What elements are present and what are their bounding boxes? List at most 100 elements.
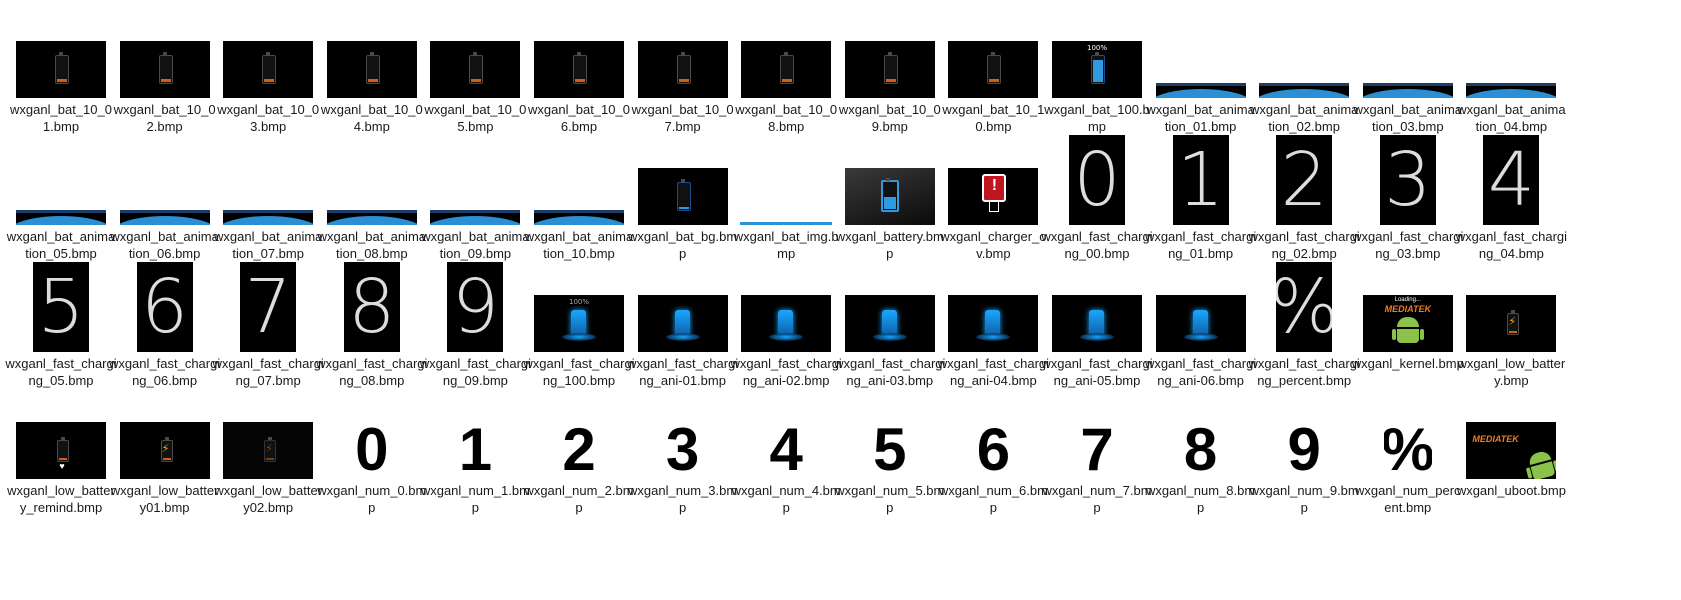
file-item[interactable]: wxganl_bat_10_04.bmp: [316, 5, 428, 141]
android-robot-icon: [1525, 449, 1557, 479]
file-name-label: wxganl_battery.bmp: [835, 229, 944, 261]
file-item[interactable]: wxganl_bat_10_02.bmp: [109, 5, 221, 141]
file-name-label: wxganl_low_battery.bmp: [1457, 356, 1566, 388]
thumbnail-slot: [937, 259, 1049, 352]
file-name-label: wxganl_fast_charging_ani-04.bmp: [937, 356, 1050, 388]
file-item[interactable]: wxganl_bat_animation_03.bmp: [1352, 5, 1464, 141]
file-name-label: wxganl_fast_charging_ani-03.bmp: [834, 356, 946, 388]
lightning-icon: ⚡: [161, 443, 170, 455]
file-item[interactable]: wxganl_bat_animation_05.bmp: [5, 132, 117, 268]
file-name-label: wxganl_fast_charging_ani-01.bmp: [626, 356, 739, 388]
file-item[interactable]: wxganl_fast_charging_ani-01.bmp: [627, 259, 739, 395]
thumbnail-image: [844, 168, 935, 225]
file-item[interactable]: 5 wxganl_num_5.bmp: [834, 386, 946, 522]
file-item[interactable]: 7 wxganl_num_7.bmp: [1041, 386, 1153, 522]
file-item[interactable]: 100% wxganl_fast_charging_100.bmp: [523, 259, 635, 395]
brand-logo: MEDIATEK: [1384, 304, 1431, 314]
thumb-text: 100%: [568, 298, 589, 306]
file-item[interactable]: wxganl_bat_10_01.bmp: [5, 5, 117, 141]
file-item[interactable]: % wxganl_fast_charging_percent.bmp: [1248, 259, 1360, 395]
file-item[interactable]: wxganl_fast_charging_ani-03.bmp: [834, 259, 946, 395]
file-name-label: wxganl_fast_charging_100.bmp: [523, 356, 635, 388]
file-item[interactable]: wxganl_bat_animation_04.bmp: [1455, 5, 1567, 141]
thumbnail-image: 3: [1379, 135, 1436, 225]
file-item[interactable]: wxganl_bat_animation_07.bmp: [212, 132, 324, 268]
file-item[interactable]: wxganl_bat_10_05.bmp: [419, 5, 531, 141]
file-item[interactable]: 7 wxganl_fast_charging_07.bmp: [212, 259, 324, 395]
thumbnail-image: [637, 41, 728, 98]
digit-glyph: 7: [1073, 419, 1121, 479]
file-item[interactable]: 100% wxganl_bat_100.bmp: [1041, 5, 1153, 141]
file-item[interactable]: 9 wxganl_fast_charging_09.bmp: [419, 259, 531, 395]
file-item[interactable]: 3 wxganl_fast_charging_03.bmp: [1352, 132, 1464, 268]
thumbnail-slot: [1041, 259, 1153, 352]
file-item[interactable]: wxganl_battery.bmp: [834, 132, 946, 268]
file-item[interactable]: ⚡ wxganl_low_battery02.bmp: [212, 386, 324, 522]
file-item[interactable]: 0 wxganl_fast_charging_00.bmp: [1041, 132, 1153, 268]
file-item[interactable]: 8 wxganl_num_8.bmp: [1145, 386, 1257, 522]
thumbnail-image: [637, 168, 728, 225]
file-item[interactable]: ⚡ wxganl_low_battery.bmp: [1455, 259, 1567, 395]
file-item[interactable]: wxganl_bat_animation_08.bmp: [316, 132, 428, 268]
file-item[interactable]: 2 wxganl_num_2.bmp: [523, 386, 635, 522]
brand-logo: MEDIATEK: [1472, 434, 1519, 444]
file-item[interactable]: 5 wxganl_fast_charging_05.bmp: [5, 259, 117, 395]
digit-glyph: 8: [348, 264, 396, 350]
file-name-label: wxganl_fast_charging_ani-02.bmp: [730, 356, 842, 388]
file-name-label: wxganl_num_1.bmp: [420, 483, 530, 515]
file-item[interactable]: 6 wxganl_fast_charging_06.bmp: [109, 259, 221, 395]
file-item[interactable]: wxganl_fast_charging_ani-05.bmp: [1041, 259, 1153, 395]
file-item[interactable]: wxganl_bat_10_03.bmp: [212, 5, 324, 141]
battery-icon: [780, 52, 795, 84]
file-item[interactable]: 9 wxganl_num_9.bmp: [1248, 386, 1360, 522]
battery-icon: [880, 178, 899, 212]
file-item[interactable]: 0 wxganl_num_0.bmp: [316, 386, 428, 522]
file-item[interactable]: 1 wxganl_fast_charging_01.bmp: [1145, 132, 1257, 268]
thumbnail-slot: [834, 5, 946, 98]
warning-icon: [982, 174, 1007, 202]
file-item[interactable]: 3 wxganl_num_3.bmp: [627, 386, 739, 522]
thumbnail-slot: [1145, 5, 1257, 98]
file-item[interactable]: ⚡ wxganl_low_battery01.bmp: [109, 386, 221, 522]
thumbnail-image: [1362, 83, 1453, 98]
file-item[interactable]: wxganl_bat_animation_09.bmp: [419, 132, 531, 268]
file-item[interactable]: wxganl_bat_animation_01.bmp: [1145, 5, 1257, 141]
file-item[interactable]: wxganl_bat_bg.bmp: [627, 132, 739, 268]
wave-shape: [1155, 89, 1246, 98]
thumbnail-image: [16, 210, 106, 225]
thumbnail-slot: [523, 132, 635, 225]
file-name-label: wxganl_fast_charging_ani-05.bmp: [1041, 356, 1153, 388]
file-item[interactable]: wxganl_bat_animation_02.bmp: [1248, 5, 1360, 141]
thumbnail-image: [326, 41, 417, 98]
file-item[interactable]: 2 wxganl_fast_charging_02.bmp: [1248, 132, 1360, 268]
file-name-label: wxganl_kernel.bmp: [1351, 356, 1464, 371]
battery-icon: [676, 179, 691, 211]
file-item[interactable]: % wxganl_num_percent.bmp: [1352, 386, 1464, 522]
file-item[interactable]: wxganl_fast_charging_ani-04.bmp: [937, 259, 1049, 395]
file-item[interactable]: wxganl_bat_10_10.bmp: [937, 5, 1049, 141]
file-item[interactable]: wxganl_charger_ov.bmp: [937, 132, 1049, 268]
thumbnail-image: [948, 168, 1039, 225]
file-item[interactable]: Loading... MEDIATEK wxganl_kernel.bmp: [1352, 259, 1464, 395]
file-item[interactable]: wxganl_bat_10_08.bmp: [730, 5, 842, 141]
file-item[interactable]: wxganl_bat_10_06.bmp: [523, 5, 635, 141]
file-item[interactable]: wxganl_bat_animation_06.bmp: [109, 132, 221, 268]
file-item[interactable]: wxganl_fast_charging_ani-06.bmp: [1145, 259, 1257, 395]
android-robot-icon: [1391, 317, 1424, 347]
file-item[interactable]: wxganl_bat_img.bmp: [730, 132, 842, 268]
file-item[interactable]: MEDIATEK wxganl_uboot.bmp: [1455, 386, 1567, 522]
file-item[interactable]: 1 wxganl_num_1.bmp: [419, 386, 531, 522]
file-item[interactable]: 8 wxganl_fast_charging_08.bmp: [316, 259, 428, 395]
file-item[interactable]: 4 wxganl_num_4.bmp: [730, 386, 842, 522]
thumbnail-slot: [212, 132, 324, 225]
file-item[interactable]: ♥ wxganl_low_battery_remind.bmp: [5, 386, 117, 522]
file-item[interactable]: wxganl_bat_animation_10.bmp: [523, 132, 635, 268]
file-item[interactable]: wxganl_bat_10_07.bmp: [627, 5, 739, 141]
file-name-label: wxganl_bat_10_02.bmp: [113, 102, 216, 134]
file-item[interactable]: wxganl_bat_10_09.bmp: [834, 5, 946, 141]
file-item[interactable]: 4 wxganl_fast_charging_04.bmp: [1455, 132, 1567, 268]
file-item[interactable]: 6 wxganl_num_6.bmp: [937, 386, 1049, 522]
battery-icon: [987, 52, 1002, 84]
thumbnail-slot: [5, 5, 117, 98]
file-item[interactable]: wxganl_fast_charging_ani-02.bmp: [730, 259, 842, 395]
